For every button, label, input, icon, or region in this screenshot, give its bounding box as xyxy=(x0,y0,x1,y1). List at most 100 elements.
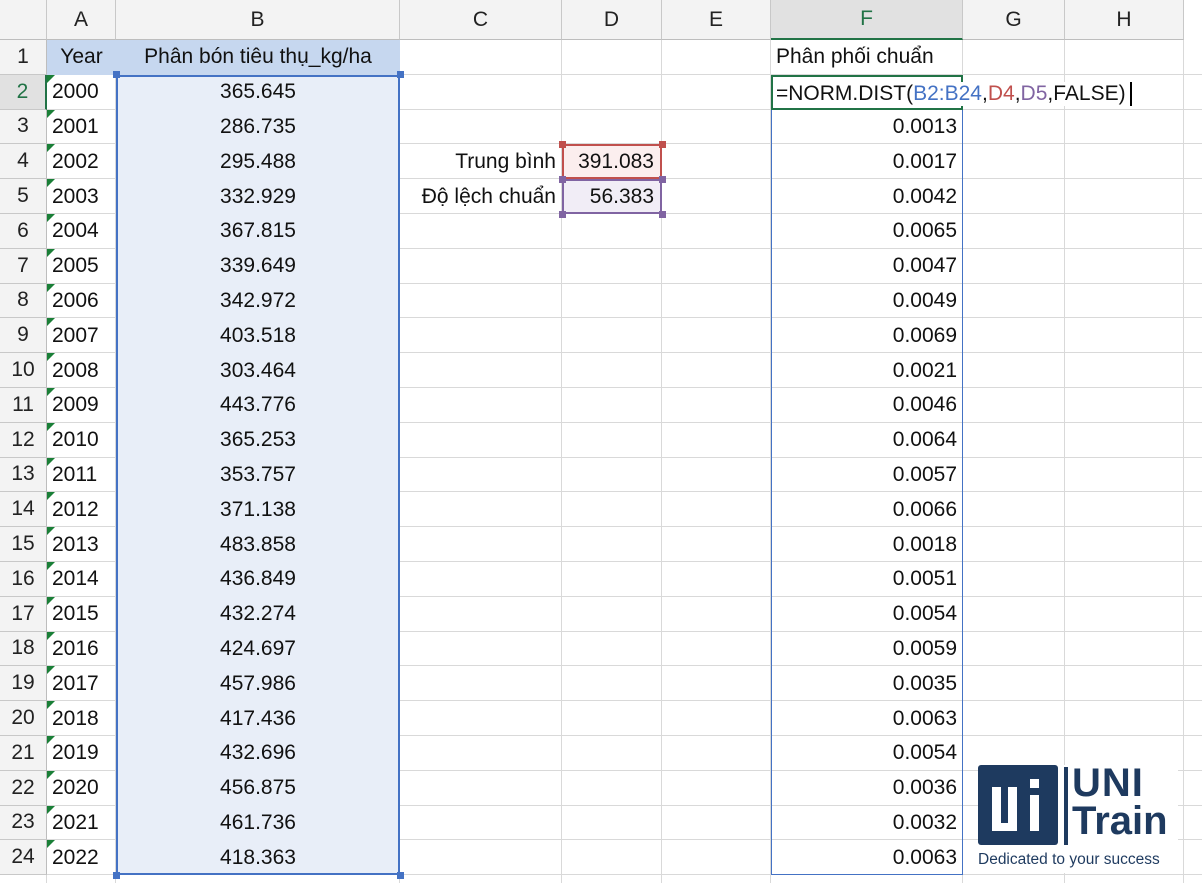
year-text: 2007 xyxy=(52,323,99,347)
column-header-e[interactable]: E xyxy=(662,0,771,40)
year-cell[interactable]: 2004 xyxy=(47,214,116,249)
range-handle[interactable] xyxy=(112,871,120,879)
row-header[interactable]: 3 xyxy=(0,109,47,145)
row-header[interactable]: 22 xyxy=(0,770,47,806)
sd-ref-handle[interactable] xyxy=(558,175,566,183)
range-handle[interactable] xyxy=(112,71,120,79)
year-text: 2003 xyxy=(52,184,99,208)
row-header[interactable]: 10 xyxy=(0,353,47,388)
year-cell[interactable]: 2008 xyxy=(47,353,116,388)
mean-ref-handle[interactable] xyxy=(558,140,566,148)
year-cell[interactable]: 2007 xyxy=(47,318,116,353)
year-cell[interactable]: 2009 xyxy=(47,388,116,423)
header-cell-normal-distribution[interactable]: Phân phối chuẩn xyxy=(771,40,963,75)
sd-ref-handle[interactable] xyxy=(558,210,566,218)
error-indicator-icon xyxy=(47,840,55,849)
year-cell[interactable]: 2014 xyxy=(47,562,116,597)
formula-part-ref-range: B2:B24 xyxy=(913,81,982,105)
mean-value-cell[interactable]: 391.083 xyxy=(562,144,662,180)
year-cell[interactable]: 2015 xyxy=(47,596,116,632)
row-header[interactable]: 24 xyxy=(0,840,47,876)
sd-ref-handle[interactable] xyxy=(658,175,666,183)
error-indicator-icon xyxy=(47,457,55,466)
year-text: 2019 xyxy=(52,741,99,765)
sd-ref-handle[interactable] xyxy=(658,210,666,218)
year-cell[interactable]: 2020 xyxy=(47,770,116,806)
year-text: 2016 xyxy=(52,636,99,660)
row-header[interactable]: 6 xyxy=(0,214,47,249)
year-cell[interactable]: 2017 xyxy=(47,666,116,701)
year-cell[interactable]: 2013 xyxy=(47,527,116,562)
year-text: 2004 xyxy=(52,219,99,243)
row-header[interactable]: 15 xyxy=(0,527,47,562)
year-cell[interactable]: 2012 xyxy=(47,492,116,527)
error-indicator-icon xyxy=(47,74,55,83)
row-header[interactable]: 7 xyxy=(0,248,47,284)
year-cell[interactable]: 2016 xyxy=(47,631,116,667)
year-cell[interactable]: 2003 xyxy=(47,179,116,214)
row-header[interactable]: 13 xyxy=(0,457,47,493)
column-header-d[interactable]: D xyxy=(562,0,662,40)
std-dev-value-cell[interactable]: 56.383 xyxy=(562,179,662,214)
range-handle[interactable] xyxy=(396,71,404,79)
year-text: 2012 xyxy=(52,497,99,521)
error-indicator-icon xyxy=(47,388,55,396)
row-header[interactable]: 17 xyxy=(0,596,47,632)
year-text: 2021 xyxy=(52,810,99,834)
year-cell[interactable]: 2018 xyxy=(47,701,116,736)
row-header[interactable]: 14 xyxy=(0,492,47,528)
row-header[interactable]: 8 xyxy=(0,283,47,319)
year-cell[interactable]: 2005 xyxy=(47,248,116,284)
error-indicator-icon xyxy=(47,109,55,118)
year-text: 2011 xyxy=(52,462,98,486)
column-header-c[interactable]: C xyxy=(400,0,562,40)
column-header-h[interactable]: H xyxy=(1065,0,1184,40)
spreadsheet[interactable]: A B C D E F G H 1 2 3 4 5 6 7 8 9 10 11 12 13 14 15 16 17 18 19 20 2… xyxy=(0,0,1202,883)
year-cell[interactable]: 2011 xyxy=(47,457,116,493)
year-cell[interactable]: 2002 xyxy=(47,144,116,179)
column-header-g[interactable]: G xyxy=(963,0,1065,40)
active-cell-formula[interactable]: =NORM.DIST(B2:B24,D4,D5,FALSE) xyxy=(771,74,1132,110)
column-header-f[interactable]: F xyxy=(771,0,963,40)
column-header-b[interactable]: B xyxy=(116,0,400,40)
row-header[interactable]: 23 xyxy=(0,805,47,841)
year-text: 2010 xyxy=(52,428,99,452)
column-header-a[interactable]: A xyxy=(47,0,116,40)
header-cell-fertilizer[interactable]: Phân bón tiêu thụ_kg/ha xyxy=(116,40,400,75)
logo-divider xyxy=(1064,767,1068,845)
error-indicator-icon xyxy=(47,666,55,675)
year-text: 2001 xyxy=(52,114,99,138)
mean-ref-handle[interactable] xyxy=(658,140,666,148)
std-dev-label[interactable]: Độ lệch chuẩn xyxy=(400,179,562,214)
year-cell[interactable]: 2022 xyxy=(47,840,116,875)
row-header[interactable]: 19 xyxy=(0,666,47,702)
row-header[interactable]: 9 xyxy=(0,318,47,354)
year-cell[interactable]: 2000 xyxy=(47,74,116,110)
row-header[interactable]: 18 xyxy=(0,631,47,667)
row-header[interactable]: 12 xyxy=(0,422,47,458)
row-header[interactable]: 5 xyxy=(0,179,47,214)
year-cell[interactable]: 2019 xyxy=(47,736,116,771)
year-cell[interactable]: 2010 xyxy=(47,422,116,458)
select-all-corner[interactable] xyxy=(0,0,47,40)
header-cell-year[interactable]: Year xyxy=(47,40,116,75)
row-header[interactable]: 20 xyxy=(0,701,47,736)
error-indicator-icon xyxy=(47,631,55,640)
error-indicator-icon xyxy=(47,492,55,501)
year-cell[interactable]: 2021 xyxy=(47,805,116,841)
error-indicator-icon xyxy=(47,596,55,605)
row-header[interactable]: 1 xyxy=(0,40,47,75)
row-header[interactable]: 21 xyxy=(0,736,47,771)
row-header[interactable]: 2 xyxy=(0,74,47,110)
row-header[interactable]: 4 xyxy=(0,144,47,180)
row-header[interactable]: 11 xyxy=(0,388,47,423)
unitrain-logo: UNI Train Dedicated to your success xyxy=(978,761,1178,873)
error-indicator-icon xyxy=(47,214,55,222)
year-cell[interactable]: 2001 xyxy=(47,109,116,145)
year-text: 2020 xyxy=(52,776,99,800)
row-header[interactable]: 16 xyxy=(0,562,47,597)
mean-label[interactable]: Trung bình xyxy=(400,144,562,179)
year-text: 2005 xyxy=(52,254,99,278)
range-handle[interactable] xyxy=(396,871,404,879)
year-cell[interactable]: 2006 xyxy=(47,283,116,319)
